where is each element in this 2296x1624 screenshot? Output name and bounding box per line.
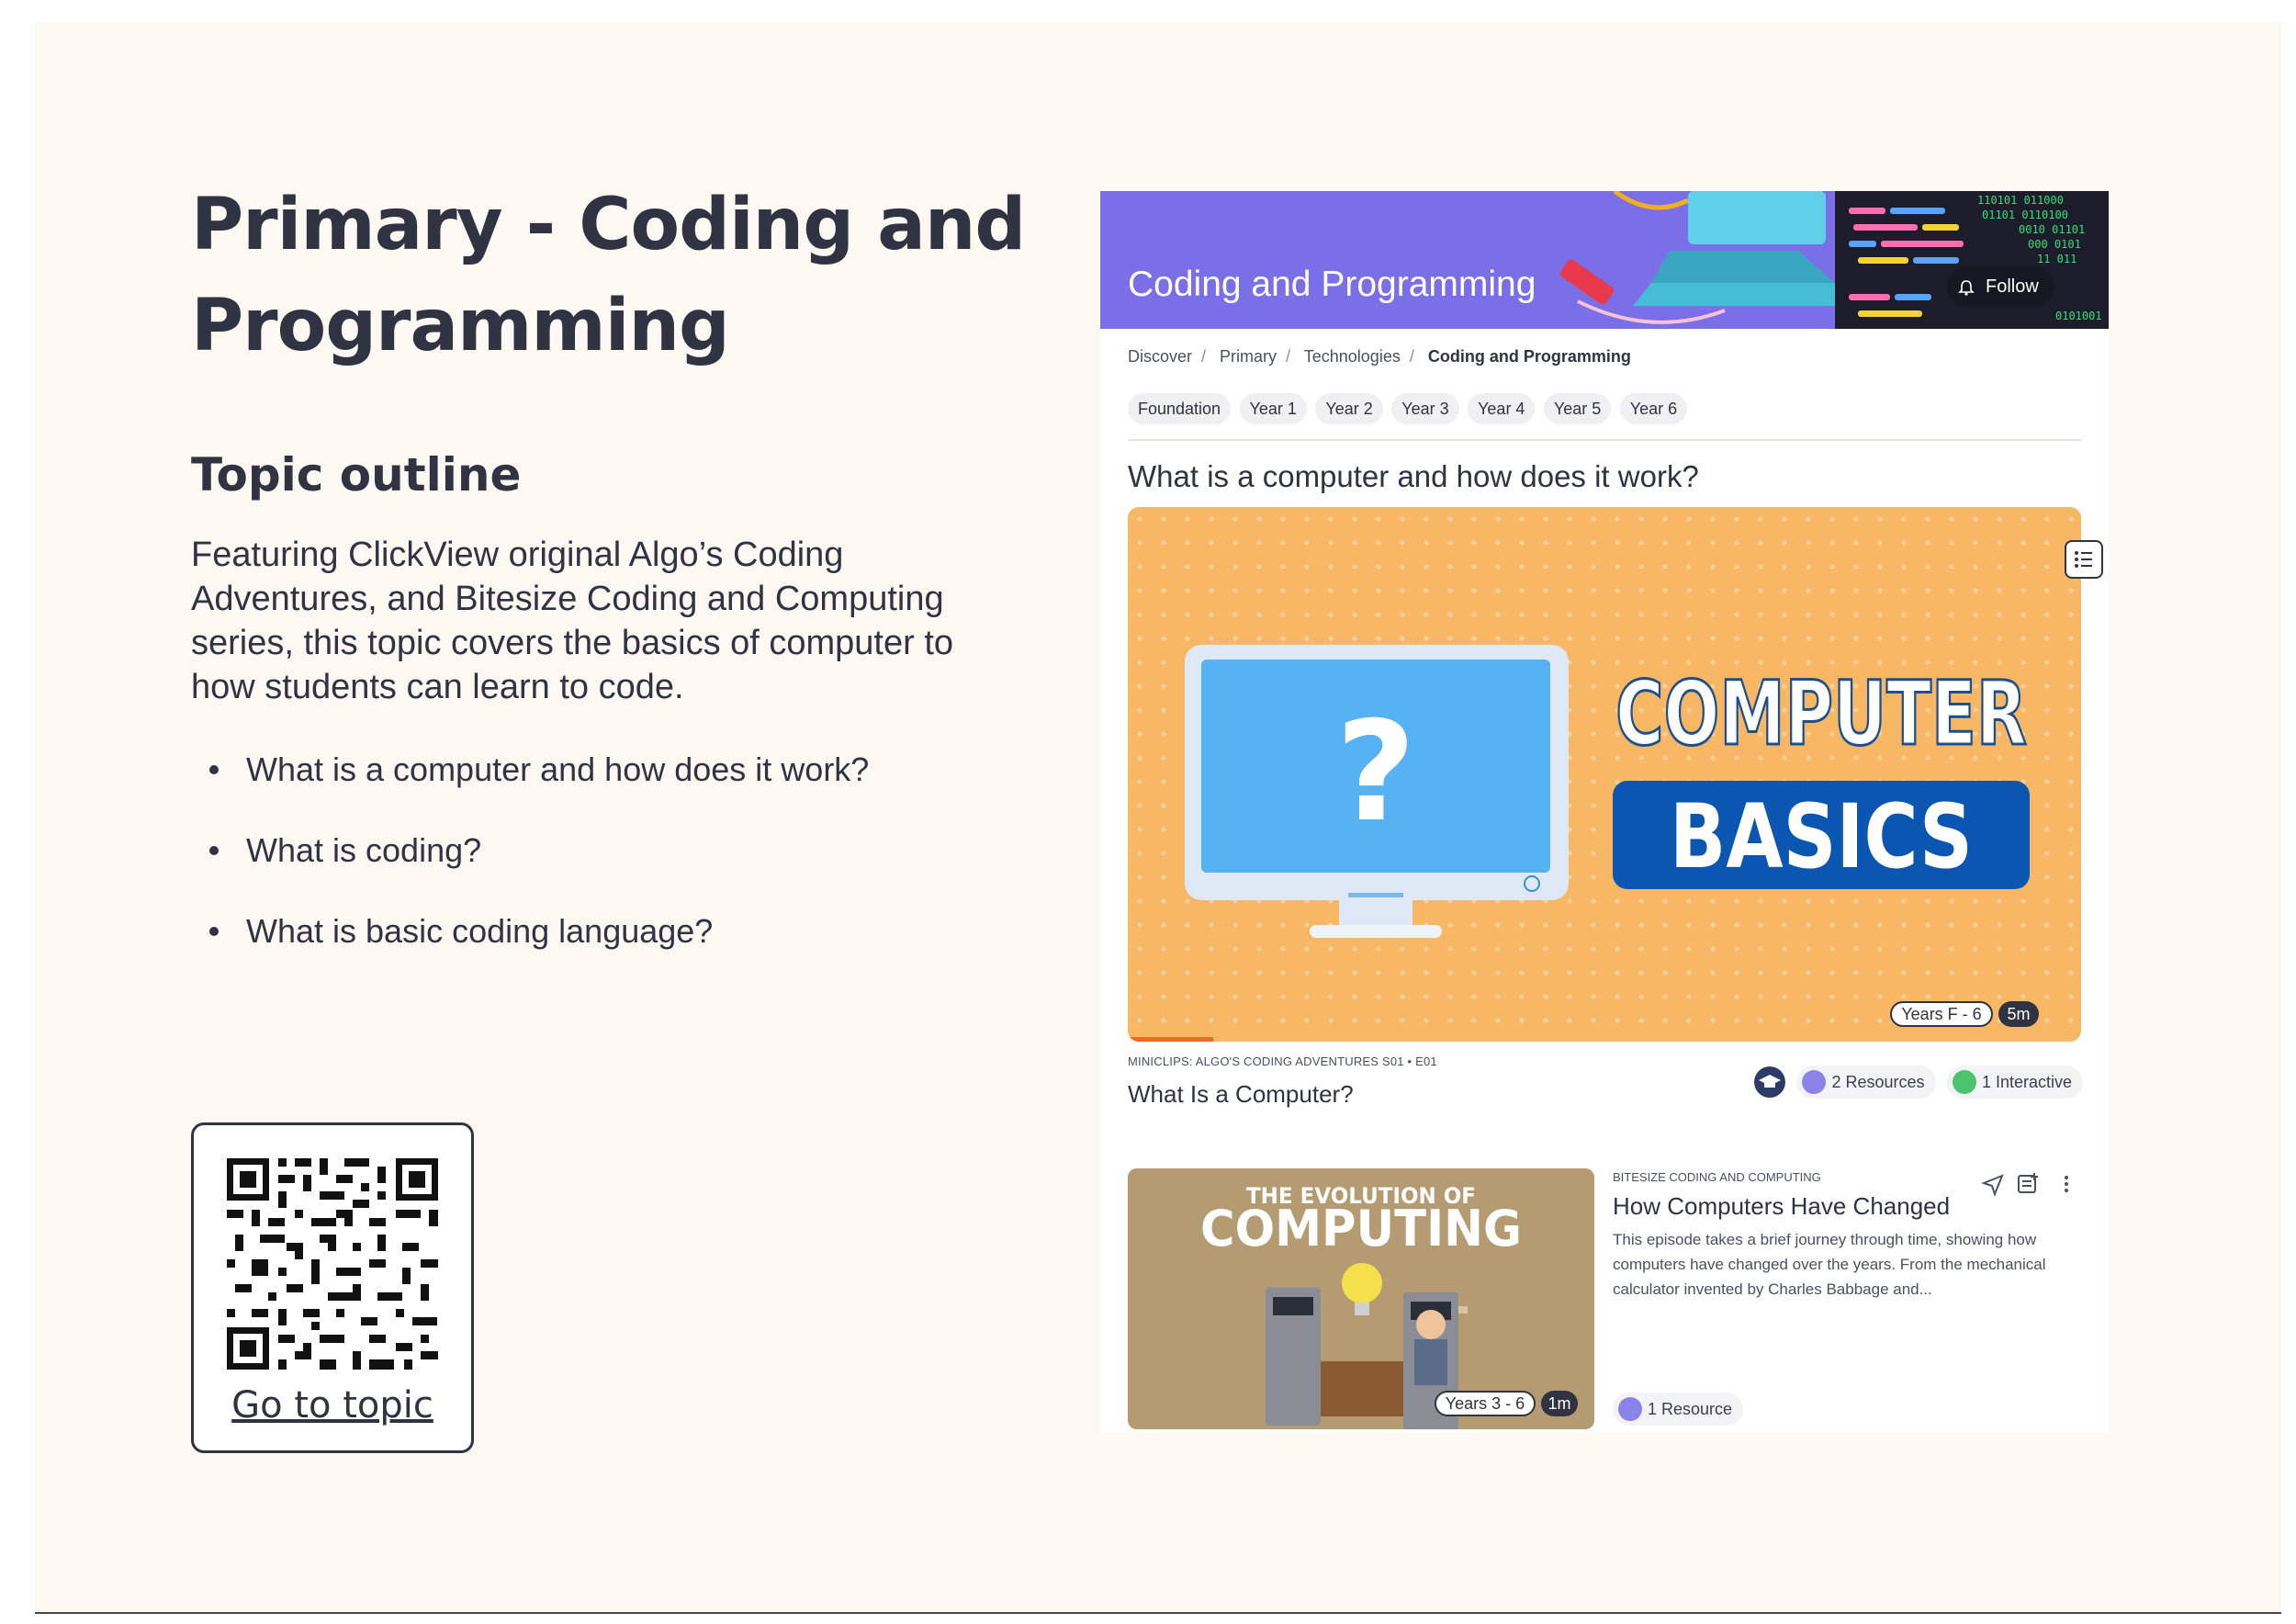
go-to-topic-link[interactable]: Go to topic	[194, 1384, 471, 1427]
banner-title: Coding and Programming	[1128, 265, 1536, 304]
card-years-badge: Years 3 - 6	[1435, 1391, 1536, 1416]
bullet-text: What is coding?	[246, 831, 482, 869]
topic-bullet-list: What is a computer and how does it work?…	[209, 748, 869, 990]
svg-text:0010 01101: 0010 01101	[2019, 223, 2085, 236]
svg-text:0101001: 0101001	[2055, 310, 2102, 322]
svg-text:COMPUTING: COMPUTING	[1200, 1200, 1522, 1257]
section-title: What is a computer and how does it work?	[1128, 459, 1699, 493]
svg-text:000 0101: 000 0101	[2028, 238, 2081, 251]
card-resources-chip[interactable]: 1 Resource	[1613, 1393, 1744, 1426]
page-title: Primary - Coding and Programming	[191, 184, 1026, 367]
topic-banner: 110101 011000 01101 0110100 0010 01101 0…	[1100, 191, 2109, 329]
follow-label: Follow	[1986, 276, 2039, 297]
page-bottom-rule	[35, 1612, 2281, 1614]
year-tab-2[interactable]: Year 2	[1315, 393, 1383, 424]
interactive-label: 1 Interactive	[1981, 1073, 2073, 1091]
tabs-divider	[1128, 439, 2081, 441]
svg-text:01101 0110100: 01101 0110100	[1982, 209, 2068, 221]
qr-code-icon	[227, 1158, 438, 1370]
breadcrumb: Discover / Primary / Technologies / Coding …	[1128, 347, 1640, 367]
interactive-icon	[1952, 1069, 1976, 1094]
qr-card[interactable]: Go to topic	[191, 1122, 474, 1453]
breadcrumb-primary[interactable]: Primary	[1220, 347, 1277, 366]
year-tab-foundation[interactable]: Foundation	[1128, 393, 1232, 424]
years-badge: Years F - 6	[1890, 1001, 1993, 1027]
year-tab-4[interactable]: Year 4	[1468, 393, 1536, 424]
breadcrumb-technologies[interactable]: Technologies	[1304, 347, 1401, 366]
svg-text:110101 011000: 110101 011000	[1977, 194, 2064, 207]
bullet-dot	[209, 765, 219, 774]
outline-heading: Topic outline	[191, 448, 522, 502]
breadcrumb-current: Coding and Programming	[1427, 347, 1631, 366]
breadcrumb-separator: /	[1409, 347, 1414, 366]
list-icon	[2075, 551, 2092, 568]
chapters-list-button[interactable]	[2065, 540, 2103, 579]
topic-description: Featuring ClickView original Algo’s Codi…	[191, 536, 954, 706]
computer-title-text: COMPUTER BASICS	[1615, 661, 2029, 889]
year-filter-tabs: Foundation Year 1 Year 2 Year 3 Year 4 Y…	[1128, 393, 1692, 424]
topic-page-screenshot: 110101 011000 01101 0110100 0010 01101 0…	[1100, 191, 2109, 1433]
computer-basics-illustration: ? COMPUTER BASICS	[1185, 645, 2030, 938]
episode-series-label: MINICLIPS: ALGO'S CODING ADVENTURES S01 …	[1128, 1054, 1437, 1068]
episode-title[interactable]: What Is a Computer?	[1128, 1080, 1354, 1109]
episode-resource-chips: 2 Resources 1 Interactive	[1754, 1066, 2084, 1102]
watch-progress-bar	[1128, 1037, 1214, 1042]
follow-button[interactable]: Follow	[1947, 266, 2054, 307]
share-icon[interactable]	[1981, 1174, 2004, 1197]
resources-label: 2 Resources	[1831, 1073, 1925, 1091]
svg-text:COMPUTER: COMPUTER	[1615, 662, 2027, 765]
card-duration-badge: 1m	[1541, 1391, 1578, 1416]
svg-text:BASICS: BASICS	[1670, 785, 1973, 888]
bullet-item: What is basic coding language?	[209, 909, 869, 990]
more-options-icon[interactable]	[2065, 1176, 2068, 1192]
breadcrumb-separator: /	[1201, 347, 1207, 366]
year-tab-6[interactable]: Year 6	[1619, 393, 1688, 424]
bullet-text: What is basic coding language?	[246, 912, 714, 950]
resources-icon	[1802, 1069, 1827, 1094]
year-tab-1[interactable]: Year 1	[1239, 393, 1307, 424]
bullet-item: What is a computer and how does it work?	[209, 748, 869, 829]
card-resources-label: 1 Resource	[1648, 1400, 1733, 1418]
card-actions	[1978, 1170, 2079, 1198]
card-description: This episode takes a brief journey throu…	[1613, 1231, 2046, 1298]
hero-video-thumbnail[interactable]: ? COMPUTER BASICS	[1128, 507, 2081, 1042]
bell-icon	[1958, 266, 1980, 307]
bullet-text: What is a computer and how does it work?	[246, 750, 870, 788]
graduation-cap-icon[interactable]	[1754, 1066, 1785, 1098]
interactive-chip[interactable]: 1 Interactive	[1946, 1066, 2084, 1099]
bullet-dot	[209, 927, 219, 936]
year-tab-3[interactable]: Year 3	[1391, 393, 1459, 424]
svg-text:?: ?	[1335, 693, 1415, 852]
breadcrumb-discover[interactable]: Discover	[1128, 347, 1192, 366]
resources-chip[interactable]: 2 Resources	[1796, 1066, 1936, 1099]
banner-illustration: 110101 011000 01101 0110100 0010 01101 0…	[1559, 191, 2109, 329]
bullet-item: What is coding?	[209, 829, 869, 909]
duration-badge: 5m	[1998, 1001, 2039, 1027]
card-title[interactable]: How Computers Have Changed	[1613, 1192, 1950, 1221]
resources-icon	[1618, 1396, 1642, 1421]
svg-text:11 011: 11 011	[2037, 253, 2077, 265]
add-to-playlist-icon[interactable]	[2018, 1173, 2038, 1193]
breadcrumb-separator: /	[1286, 347, 1291, 366]
card-series-label: BITESIZE CODING AND COMPUTING	[1613, 1170, 1821, 1184]
year-tab-5[interactable]: Year 5	[1543, 393, 1612, 424]
bullet-dot	[209, 846, 219, 855]
